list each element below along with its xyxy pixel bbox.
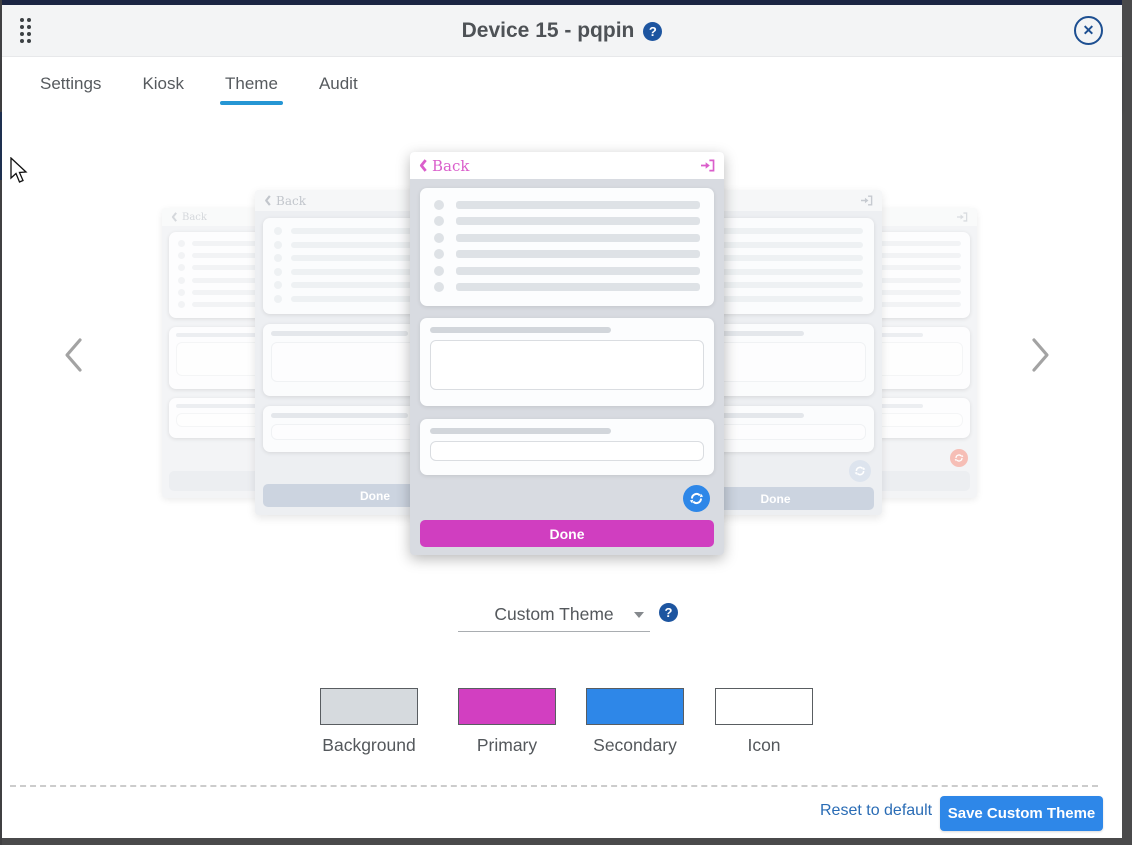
sign-in-icon — [956, 212, 968, 222]
carousel-next-button[interactable] — [1028, 335, 1054, 378]
preview-back-button: Back — [264, 194, 306, 208]
skeleton-row — [434, 267, 700, 277]
chevron-left-icon — [419, 159, 428, 172]
page-right-strip — [1122, 0, 1132, 845]
carousel-prev-button[interactable] — [60, 335, 86, 378]
skeleton-title — [430, 428, 611, 434]
sign-in-icon — [700, 159, 715, 172]
chevron-right-icon — [1028, 335, 1054, 375]
tab-kiosk[interactable]: Kiosk — [140, 59, 186, 109]
chevron-left-icon — [171, 212, 178, 222]
theme-selector-block: Custom Theme ? — [458, 598, 650, 632]
page-title: Device 15 - pqpin — [462, 19, 635, 43]
refresh-icon — [849, 460, 871, 482]
screen: Device 15 - pqpin ? ✕ Settings Kiosk The… — [0, 0, 1132, 845]
preview-done-button: Done — [420, 520, 714, 547]
skeleton-row — [434, 234, 700, 244]
skeleton-title — [430, 327, 611, 333]
skeleton-title — [271, 413, 408, 418]
swatch-secondary-box[interactable] — [586, 688, 684, 725]
swatch-secondary: Secondary — [586, 688, 684, 756]
page-bottom-strip — [0, 838, 1132, 845]
tab-theme[interactable]: Theme — [223, 59, 280, 109]
preview-back-button: Back — [171, 212, 207, 223]
device-modal: Device 15 - pqpin ? ✕ Settings Kiosk The… — [2, 5, 1122, 838]
refresh-icon — [683, 485, 710, 512]
preview-back-button: Back — [419, 157, 469, 175]
swatch-primary-box[interactable] — [458, 688, 556, 725]
title-wrap: Device 15 - pqpin ? — [2, 5, 1122, 57]
chevron-down-icon — [634, 612, 644, 618]
tab-settings[interactable]: Settings — [38, 59, 103, 109]
preview-textarea — [430, 340, 704, 390]
sign-in-icon — [860, 195, 873, 206]
footer-divider — [10, 785, 1098, 787]
preview-input — [430, 441, 704, 461]
title-help-icon[interactable]: ? — [643, 22, 662, 41]
chevron-left-icon — [60, 335, 86, 375]
swatch-icon-label: Icon — [715, 735, 813, 756]
modal-header: Device 15 - pqpin ? ✕ — [2, 5, 1122, 57]
swatch-secondary-label: Secondary — [586, 735, 684, 756]
close-icon[interactable]: ✕ — [1074, 16, 1103, 45]
skeleton-title — [271, 331, 408, 336]
swatch-primary: Primary — [458, 688, 556, 756]
skeleton-row — [434, 217, 700, 227]
swatch-icon: Icon — [715, 688, 813, 756]
swatch-background-label: Background — [320, 735, 418, 756]
theme-panel: Back — [2, 110, 1122, 837]
theme-help-icon[interactable]: ? — [659, 603, 678, 622]
skeleton-row — [434, 201, 700, 211]
swatch-background: Background — [320, 688, 418, 756]
reset-to-default-link[interactable]: Reset to default — [820, 802, 932, 820]
skeleton-title — [176, 333, 257, 337]
skeleton-title — [176, 404, 257, 408]
swatch-icon-box[interactable] — [715, 688, 813, 725]
swatch-primary-label: Primary — [458, 735, 556, 756]
theme-select[interactable]: Custom Theme — [458, 598, 650, 632]
skeleton-row — [434, 283, 700, 293]
swatch-background-box[interactable] — [320, 688, 418, 725]
preview-header: Back — [410, 152, 724, 179]
preview-field-card — [420, 419, 714, 475]
skeleton-row — [434, 250, 700, 260]
theme-preview-active[interactable]: Back — [410, 152, 724, 555]
theme-select-value: Custom Theme — [494, 604, 613, 625]
preview-body: Done — [410, 179, 724, 555]
tab-audit[interactable]: Audit — [317, 59, 360, 109]
tab-bar: Settings Kiosk Theme Audit — [2, 57, 1122, 110]
preview-field-card — [420, 318, 714, 406]
refresh-icon — [950, 449, 968, 467]
theme-carousel: Back — [2, 110, 1122, 580]
save-custom-theme-button[interactable]: Save Custom Theme — [940, 796, 1103, 831]
swatch-row: Background Primary Secondary Icon — [2, 688, 1122, 768]
chevron-left-icon — [264, 195, 272, 206]
preview-list-card — [420, 188, 714, 306]
